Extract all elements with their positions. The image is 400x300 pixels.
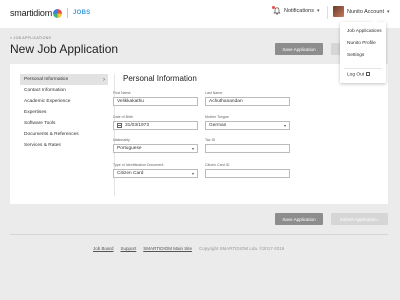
footer-link-job-board[interactable]: Job Board [93, 246, 114, 251]
sidebar-item-software-tools[interactable]: Software Tools [20, 118, 108, 129]
sidebar-item-personal-information[interactable]: Personal Information › [20, 74, 108, 85]
tax-id-label: Tax ID [205, 138, 216, 142]
sidebar-item-documents-references[interactable]: Documents & References [20, 129, 108, 140]
footer-divider [10, 234, 388, 235]
chevron-down-icon: ▾ [387, 8, 390, 15]
menu-item-job-applications[interactable]: Job Applications [347, 29, 382, 34]
menu-item-settings[interactable]: Settings [347, 53, 364, 58]
sidebar-item-academic-experience[interactable]: Academic Experience [20, 96, 108, 107]
sidebar-item-label: Documents & References [24, 132, 79, 137]
submit-button-bottom[interactable]: Submit Application › [331, 213, 388, 225]
sidebar-item-label: Services & Rates [24, 143, 61, 148]
calendar-icon[interactable] [117, 122, 122, 128]
id-document-type-field: Type of Identification Document Citizen … [113, 163, 198, 178]
sidebar-item-services-rates[interactable]: Services & Rates [20, 140, 108, 151]
id-document-type-label: Type of Identification Document [113, 163, 164, 167]
mother-tongue-value: German [209, 122, 227, 128]
brand-dot-icon [53, 8, 63, 18]
last-name-field: Last Name Achuthanandan [205, 91, 290, 106]
header-divider [327, 6, 328, 19]
account-menu-button[interactable]: Nunito Account ▾ [333, 6, 390, 17]
sidebar-item-label: Personal Information [24, 77, 69, 82]
avatar [333, 6, 344, 17]
first-name-field: First Name Velikkakathu [113, 91, 198, 106]
product-name: JOBS [73, 10, 91, 16]
tax-id-field: Tax ID [205, 138, 290, 153]
sidebar-item-label: Expertises [24, 110, 47, 115]
mother-tongue-field: Mother Tongue German ▾ [205, 115, 290, 130]
save-button-bottom[interactable]: Save Application [275, 213, 323, 225]
sidebar-item-contact-information[interactable]: Contact Information [20, 85, 108, 96]
save-button-top[interactable]: Save Application [275, 43, 323, 55]
mother-tongue-label: Mother Tongue [205, 115, 229, 119]
breadcrumb[interactable]: « JOB APPLICATIONS [10, 36, 51, 40]
sidebar-item-label: Academic Experience [24, 99, 71, 104]
id-document-type-value: Citizen Card [117, 170, 144, 176]
chevron-right-icon: › [103, 76, 105, 83]
nationality-select[interactable]: Portuguese ▾ [113, 143, 198, 153]
brand-separator [67, 8, 69, 18]
footer-link-main-site[interactable]: SMARTIDIOM Main Site [143, 246, 192, 251]
dob-label: Date of Birth [113, 115, 133, 119]
citizen-card-id-field: Citizen Card ID [205, 163, 290, 178]
nationality-value: Portuguese [117, 145, 142, 151]
id-document-type-select[interactable]: Citizen Card ▾ [113, 168, 198, 178]
external-link-icon [366, 72, 371, 76]
last-name-input[interactable]: Achuthanandan [205, 96, 290, 106]
citizen-card-id-input[interactable] [205, 168, 290, 178]
menu-item-logout[interactable]: Log Out [347, 72, 371, 78]
notification-badge [272, 6, 275, 9]
chevron-down-icon: ▾ [191, 170, 194, 176]
bell-icon [272, 6, 281, 15]
brand-name: smartidiom [10, 8, 53, 18]
form-card: Personal Information › Contact Informati… [10, 64, 388, 204]
citizen-card-id-label: Citizen Card ID [205, 163, 230, 167]
nationality-label: Nationality [113, 138, 130, 142]
sidebar-item-label: Contact Information [24, 88, 66, 93]
menu-item-profile[interactable]: Nunito Profile [347, 41, 376, 46]
account-dropdown: Job Applications Nunito Profile Settings… [340, 19, 386, 83]
chevron-down-icon: ▾ [191, 145, 194, 151]
copyright: Copyright SMARTIDIOM Lda. ©2017-2019 [198, 246, 285, 251]
menu-divider [344, 68, 382, 69]
first-name-value: Velikkakathu [117, 98, 144, 104]
page-title: New Job Application [10, 42, 119, 56]
first-name-label: First Name [113, 91, 131, 95]
chevron-down-icon: ▾ [316, 8, 320, 14]
chevron-down-icon: ▾ [283, 122, 286, 128]
account-name: Nunito Account [347, 8, 384, 15]
mother-tongue-select[interactable]: German ▾ [205, 120, 290, 130]
sidebar-item-expertises[interactable]: Expertises [20, 107, 108, 118]
footer: Job Board Support SMARTIDIOM Main Site C… [93, 246, 284, 251]
section-title: Personal Information [123, 74, 197, 83]
last-name-label: Last Name [205, 91, 223, 95]
first-name-input[interactable]: Velikkakathu [113, 96, 198, 106]
tax-id-input[interactable] [205, 143, 290, 153]
notifications-label: Notifications [284, 8, 314, 14]
footer-link-support[interactable]: Support [121, 246, 137, 251]
dob-value: 31/03/1973 [125, 122, 150, 128]
last-name-value: Achuthanandan [209, 98, 243, 104]
dob-input[interactable]: 31/03/1973 [113, 120, 198, 130]
sidebar-item-label: Software Tools [24, 121, 56, 126]
dob-field: Date of Birth 31/03/1973 [113, 115, 198, 130]
brand-logo[interactable]: smartidiom JOBS [10, 8, 91, 18]
section-nav: Personal Information › Contact Informati… [20, 74, 108, 151]
notifications-button[interactable]: Notifications ▾ [272, 6, 320, 15]
nationality-field: Nationality Portuguese ▾ [113, 138, 198, 153]
logout-label: Log Out [347, 72, 365, 78]
